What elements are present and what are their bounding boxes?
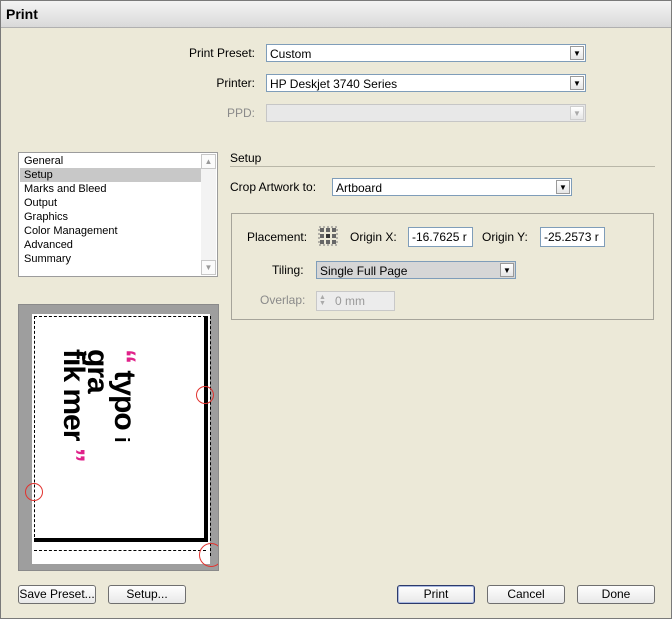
title-bar: Print <box>1 1 671 28</box>
list-scrollbar[interactable]: ▲ ▼ <box>201 154 216 275</box>
preview-paper: “ typo i gra fik mer ” <box>32 314 211 564</box>
ppd-select[interactable]: ▼ <box>266 104 586 122</box>
origin-y-label: Origin Y: <box>482 230 528 244</box>
chevron-down-icon: ▼ <box>570 106 584 120</box>
crop-handle-right[interactable] <box>196 386 214 404</box>
crop-artwork-select[interactable]: Artboard ▼ <box>332 178 572 196</box>
tiling-value: Single Full Page <box>320 264 408 278</box>
category-item-graphics[interactable]: Graphics <box>20 210 202 224</box>
printer-label: Printer: <box>216 76 255 90</box>
category-item-summary[interactable]: Summary <box>20 252 202 266</box>
chevron-down-icon[interactable]: ▼ <box>500 263 514 277</box>
print-dialog: Print Print Preset: Custom ▼ Printer: HP… <box>0 0 672 619</box>
window-title: Print <box>6 6 38 22</box>
category-item-output[interactable]: Output <box>20 196 202 210</box>
artwork-word-i: i <box>110 437 132 442</box>
print-preset-label: Print Preset: <box>188 46 255 60</box>
section-title: Setup <box>230 151 262 165</box>
overlap-value: 0 mm <box>335 294 365 308</box>
quote-close-mark: ” <box>57 447 90 462</box>
placement-grid-icon[interactable] <box>318 226 338 246</box>
artwork-word-mer: mer <box>57 388 90 441</box>
crop-artwork-value: Artboard <box>336 181 383 195</box>
artboard-edge-right <box>204 316 208 542</box>
category-item-setup[interactable]: Setup <box>20 168 202 182</box>
print-preset-select[interactable]: Custom ▼ <box>266 44 586 62</box>
tiling-label: Tiling: <box>272 263 304 277</box>
artwork-word-fik: fik <box>57 349 90 382</box>
overlap-input[interactable]: 0 mm <box>316 291 395 311</box>
print-button[interactable]: Print <box>397 585 475 604</box>
printer-value: HP Deskjet 3740 Series <box>270 77 398 91</box>
chevron-down-icon[interactable]: ▼ <box>570 46 584 60</box>
category-item-advanced[interactable]: Advanced <box>20 238 202 252</box>
spinner-icon[interactable]: ▲ ▼ <box>319 294 326 307</box>
scroll-up-icon[interactable]: ▲ <box>201 154 216 169</box>
scroll-down-icon[interactable]: ▼ <box>201 260 216 275</box>
artboard-edge-bottom <box>34 538 204 542</box>
crop-handle-left[interactable] <box>25 483 43 501</box>
ppd-label: PPD: <box>226 106 255 120</box>
page-boundary <box>34 550 206 551</box>
origin-y-input[interactable]: -25.2573 r <box>540 227 605 247</box>
category-list[interactable]: General Setup Marks and Bleed Output Gra… <box>18 152 218 277</box>
chevron-down-icon[interactable]: ▼ <box>570 76 584 90</box>
placement-label: Placement: <box>247 230 308 244</box>
chevron-down-icon[interactable]: ▼ <box>556 180 570 194</box>
tiling-select[interactable]: Single Full Page ▼ <box>316 261 516 279</box>
origin-x-label: Origin X: <box>350 230 397 244</box>
overlap-label: Overlap: <box>260 293 306 307</box>
crop-artwork-label: Crop Artwork to: <box>230 180 317 194</box>
category-item-color-management[interactable]: Color Management <box>20 224 202 238</box>
print-preview[interactable]: “ typo i gra fik mer ” <box>18 304 219 571</box>
save-preset-button[interactable]: Save Preset... <box>18 585 96 604</box>
preview-artwork: “ typo i gra fik mer ” <box>19 349 141 469</box>
category-item-general[interactable]: General <box>20 154 202 168</box>
crop-handle-bottom-right[interactable] <box>199 543 218 567</box>
page-boundary-right <box>210 316 211 556</box>
printer-select[interactable]: HP Deskjet 3740 Series ▼ <box>266 74 586 92</box>
cancel-button[interactable]: Cancel <box>487 585 565 604</box>
setup-button[interactable]: Setup... <box>108 585 186 604</box>
done-button[interactable]: Done <box>577 585 655 604</box>
category-item-marks-and-bleed[interactable]: Marks and Bleed <box>20 182 202 196</box>
print-preset-value: Custom <box>270 47 312 61</box>
section-divider <box>230 166 655 167</box>
origin-x-input[interactable]: -16.7625 r <box>408 227 473 247</box>
